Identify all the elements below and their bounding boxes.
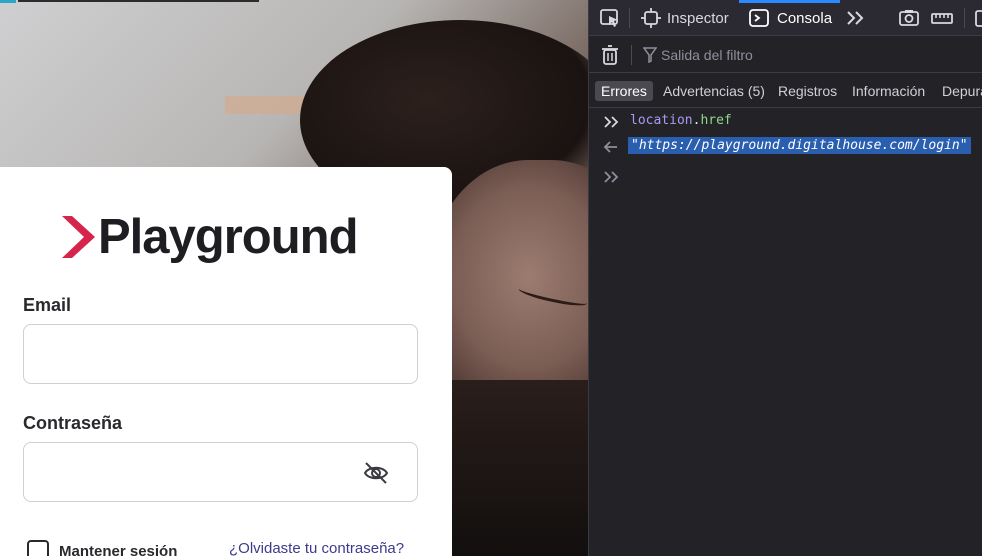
forgot-password-link[interactable]: ¿Olvidaste tu contraseña? — [229, 540, 404, 556]
code-property: href — [700, 113, 732, 128]
console-output-row: "https://playground.digitalhouse.com/log… — [589, 134, 982, 160]
tab-inspector-label: Inspector — [667, 9, 729, 27]
console-filter-bar: Salida del filtro — [589, 37, 982, 73]
email-field[interactable] — [24, 325, 417, 383]
tab-console-label: Consola — [777, 9, 833, 27]
level-info[interactable]: Información — [846, 81, 931, 101]
email-label: Email — [23, 295, 72, 315]
brand-name: Playground — [98, 210, 359, 264]
eye-slash-icon[interactable] — [363, 460, 389, 486]
console-filter-input[interactable]: Salida del filtro — [661, 47, 753, 63]
remember-session: Mantener sesión — [27, 540, 177, 556]
filter-icon — [643, 47, 657, 63]
hero-top-line — [18, 0, 259, 2]
brand-logo: Playground — [62, 210, 359, 264]
password-field[interactable] — [24, 443, 417, 501]
level-debug[interactable]: Depura — [936, 81, 982, 101]
toolbar-divider — [964, 8, 965, 28]
devtools-panel: Inspector Consola Salida del filtro Erro… — [588, 0, 982, 556]
element-picker-icon[interactable] — [599, 8, 621, 28]
log-level-filters: Errores Advertencias (5) Registros Infor… — [589, 74, 982, 108]
console-prompt-row[interactable] — [589, 164, 982, 190]
console-input-code: location.href — [630, 113, 732, 128]
code-object: location — [630, 113, 693, 128]
password-label: Contraseña — [23, 413, 123, 433]
toolbar-divider — [629, 8, 630, 28]
chevron-logo-icon — [62, 216, 95, 258]
filter-divider — [631, 45, 632, 65]
responsive-mode-icon[interactable] — [974, 8, 982, 28]
prompt-chevron-icon — [604, 171, 619, 183]
email-field-wrapper — [23, 324, 418, 384]
hero-photo-shadow — [452, 380, 588, 556]
web-page: Playground Email Contraseña Mantener ses… — [0, 0, 588, 556]
hero-accent — [0, 0, 16, 3]
screenshot-icon[interactable] — [898, 8, 920, 28]
console-output-value[interactable]: "https://playground.digitalhouse.com/log… — [628, 137, 971, 154]
trash-icon[interactable] — [601, 45, 619, 65]
more-tabs-chevron-icon[interactable] — [845, 8, 867, 28]
level-errors[interactable]: Errores — [595, 81, 653, 101]
ruler-icon[interactable] — [931, 8, 953, 28]
level-logs[interactable]: Registros — [772, 81, 843, 101]
tab-console[interactable]: Consola — [739, 0, 840, 36]
remember-label: Mantener sesión — [59, 542, 178, 556]
console-input-row: location.href — [589, 109, 982, 135]
remember-checkbox[interactable] — [27, 540, 49, 556]
tab-inspector[interactable]: Inspector — [641, 0, 735, 36]
screen: Playground Email Contraseña Mantener ses… — [0, 0, 982, 556]
devtools-toolbar: Inspector Consola — [589, 0, 982, 36]
console-icon — [749, 9, 769, 27]
result-arrow-icon — [603, 141, 617, 153]
password-field-wrapper — [23, 442, 418, 502]
level-warnings[interactable]: Advertencias (5) — [657, 81, 771, 101]
prompt-chevron-icon — [604, 116, 619, 128]
inspector-icon — [641, 8, 661, 28]
login-card: Playground Email Contraseña Mantener ses… — [0, 167, 452, 556]
